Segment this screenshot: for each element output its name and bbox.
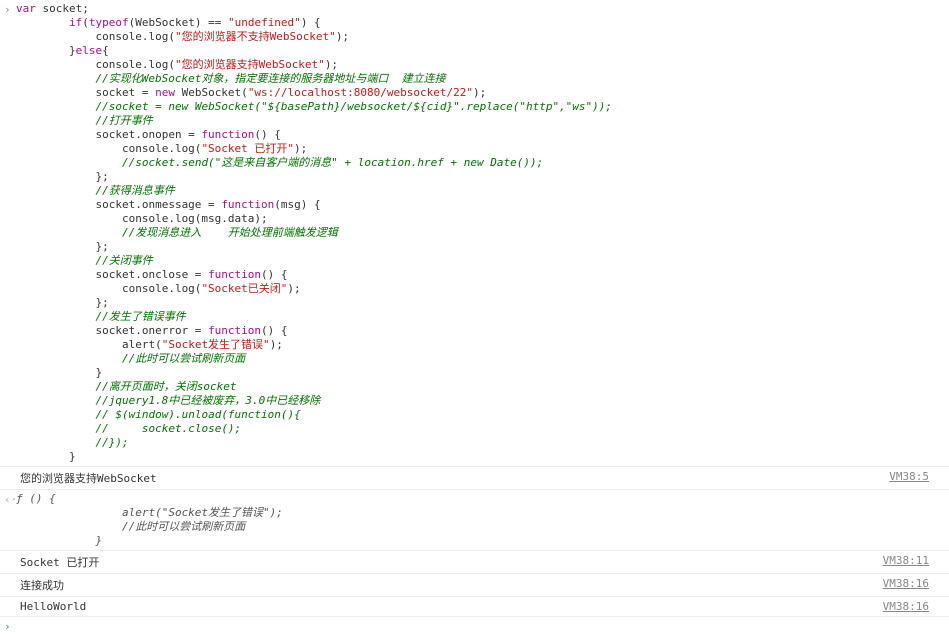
code-content[interactable]: var socket; if(typeof(WebSocket) == "und… (16, 2, 945, 464)
log-entry: 连接成功 VM38:16 (0, 574, 949, 597)
output-arrow-icon: ‹· (4, 492, 16, 506)
log-text: Socket 已打开 (20, 554, 875, 570)
source-link[interactable]: VM38:16 (875, 577, 929, 593)
input-arrow-icon: › (4, 2, 16, 16)
console-input-block: › var socket; if(typeof(WebSocket) == "u… (0, 0, 949, 467)
log-text: HelloWorld (20, 600, 875, 613)
log-text: 您的浏览器支持WebSocket (20, 470, 881, 486)
prompt-arrow-icon: › (4, 620, 16, 633)
source-link[interactable]: VM38:16 (875, 600, 929, 613)
console-prompt[interactable]: › (0, 617, 949, 636)
console-output-block: ‹· ƒ () { alert("Socket发生了错误"); //此时可以尝试… (0, 490, 949, 551)
source-link[interactable]: VM38:11 (875, 554, 929, 570)
source-link[interactable]: VM38:5 (881, 470, 929, 486)
log-entry: 您的浏览器支持WebSocket VM38:5 (0, 467, 949, 490)
log-text: 连接成功 (20, 577, 875, 593)
log-entry: HelloWorld VM38:16 (0, 597, 949, 617)
function-output: ƒ () { alert("Socket发生了错误"); //此时可以尝试刷新页… (16, 492, 945, 548)
log-entry: Socket 已打开 VM38:11 (0, 551, 949, 574)
